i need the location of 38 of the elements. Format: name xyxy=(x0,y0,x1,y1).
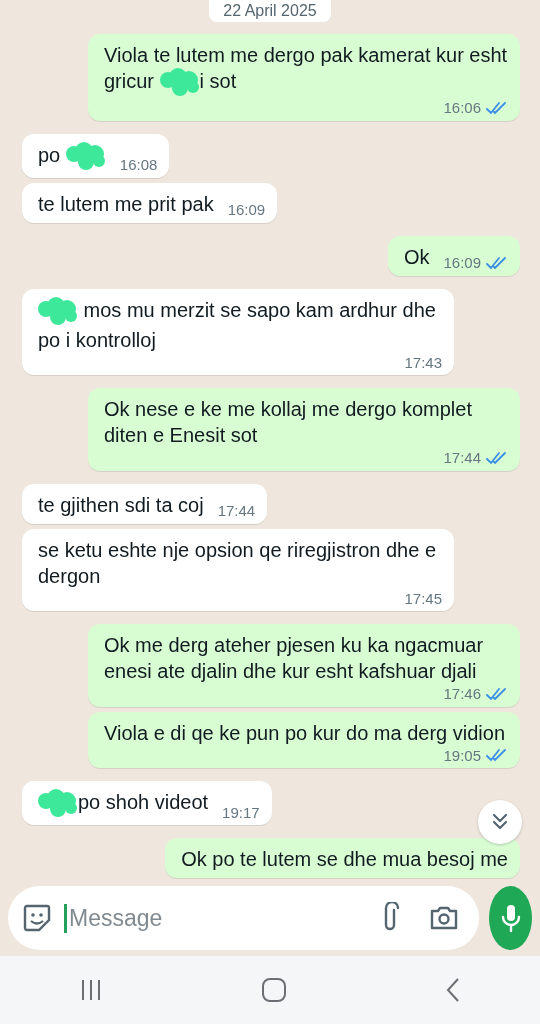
message-text: po shoh videot xyxy=(38,789,209,819)
recent-apps-icon[interactable] xyxy=(79,978,103,1002)
message-text: Ok xyxy=(403,244,430,270)
redaction-mark xyxy=(159,68,200,98)
redaction-mark xyxy=(38,789,78,819)
message-text: se ketu eshte nje opsion qe riregjistron dhe e dergon xyxy=(38,537,438,589)
message-time: 16:09 xyxy=(227,200,266,220)
date-label: 22 April 2025 xyxy=(209,0,331,22)
message-text: te gjithen sdi ta coj xyxy=(38,492,204,518)
message-time: 17:44 xyxy=(217,501,256,521)
sticker-icon[interactable] xyxy=(22,903,52,933)
message-time: 16:06 xyxy=(443,98,481,118)
message-time: 16:09 xyxy=(443,253,481,273)
message-text: Viola te lutem me dergo pak kamerat kur esht gricur i sot xyxy=(104,42,508,98)
message-text: mos mu merzit se sapo kam ardhur dhe po i kontrolloj xyxy=(38,296,437,353)
back-icon[interactable] xyxy=(445,977,461,1003)
message-field[interactable]: Message xyxy=(8,886,479,950)
message-text: Ok me derg ateher pjesen ku ka ngacmuar enesi ate djalin dhe kur esht kafshuar djali xyxy=(104,633,485,684)
message-time: 17:46 xyxy=(443,684,481,704)
double-chevron-down-icon xyxy=(490,812,510,832)
camera-icon[interactable] xyxy=(429,905,459,931)
microphone-icon xyxy=(499,903,522,933)
home-icon[interactable] xyxy=(261,977,287,1003)
message-text: Viola e di qe ke pun po kur do ma derg vidion xyxy=(104,720,505,746)
message-time: 16:08 xyxy=(119,155,158,175)
message-text: Ok po te lutem se dhe mua besoj me xyxy=(181,847,508,872)
message-input[interactable]: Message xyxy=(64,903,367,933)
message-time: 19:05 xyxy=(443,745,481,765)
message-time: 17:45 xyxy=(404,588,442,608)
message-time: 17:44 xyxy=(443,448,481,468)
message-time: 17:43 xyxy=(404,352,442,372)
redaction-mark xyxy=(65,141,106,172)
scroll-down-button[interactable] xyxy=(478,800,522,844)
message-text: te lutem me prit pak xyxy=(38,191,214,217)
message-time: 19:17 xyxy=(222,802,260,822)
redaction-mark xyxy=(38,296,78,327)
message-text: po xyxy=(38,141,106,172)
message-text: Ok nese e ke me kollaj me dergo komplet diten e Enesit sot xyxy=(104,397,473,448)
